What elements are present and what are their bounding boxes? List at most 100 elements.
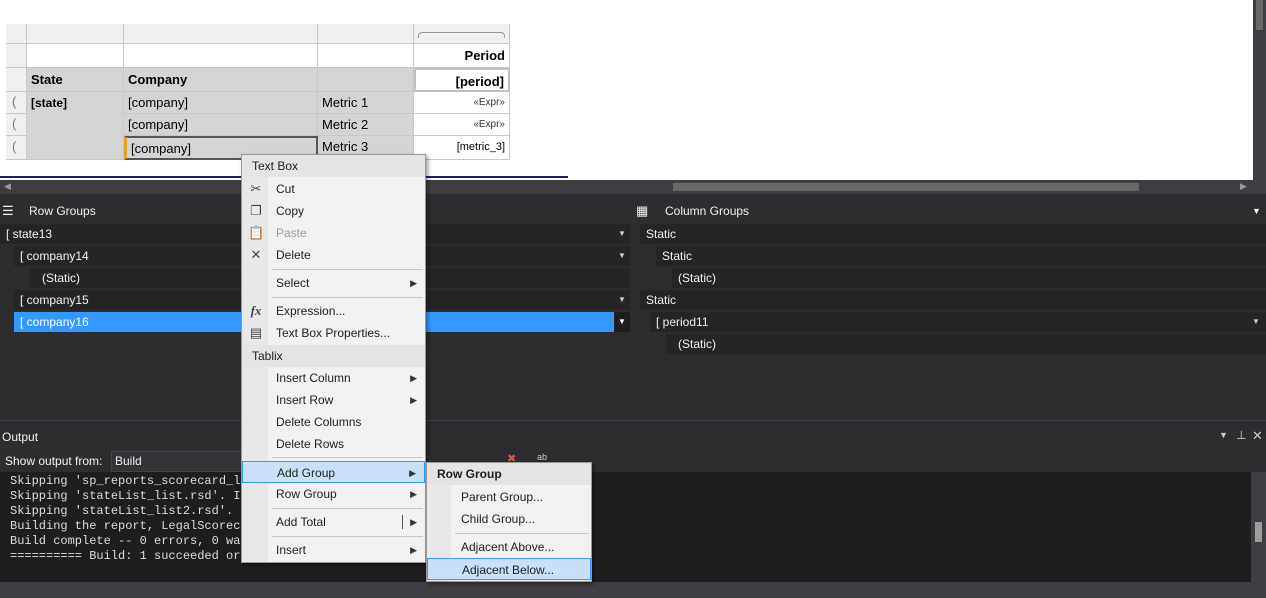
company-header-cell[interactable]: Company bbox=[124, 68, 318, 92]
menu-item-textbox-properties[interactable]: ▤ Text Box Properties... bbox=[242, 322, 425, 344]
submenu-arrow-icon: ▶ bbox=[410, 489, 417, 499]
column-group-static[interactable]: Static bbox=[640, 224, 1266, 244]
output-line: Building the report, LegalScoreca bbox=[10, 519, 248, 533]
window-position-icon[interactable]: ▼ bbox=[1219, 430, 1228, 440]
menu-item-insert-column[interactable]: Insert Column ▶ bbox=[242, 367, 425, 389]
output-vertical-scrollbar[interactable] bbox=[1251, 472, 1266, 582]
output-line: Skipping 'sp_reports_scorecard_le bbox=[10, 474, 248, 488]
output-title: Output bbox=[2, 430, 39, 444]
row-handle[interactable] bbox=[6, 114, 27, 136]
state-value-cell[interactable]: [state] bbox=[27, 92, 124, 160]
submenu-header-row-group: Row Group bbox=[427, 463, 591, 485]
submenu-arrow-icon: ▶ bbox=[410, 373, 417, 383]
menu-item-insert-row[interactable]: Insert Row ▶ bbox=[242, 389, 425, 411]
design-vertical-scrollbar[interactable] bbox=[1253, 0, 1266, 180]
company-cell-2[interactable]: [company] bbox=[124, 114, 318, 136]
column-group-static[interactable]: Static bbox=[656, 246, 1266, 266]
period-header-cell[interactable]: Period bbox=[414, 44, 510, 68]
design-horizontal-scrollbar[interactable]: ◀ ▶ bbox=[0, 180, 1266, 194]
output-horizontal-scrollbar[interactable] bbox=[0, 582, 1266, 598]
column-group-static[interactable]: (Static) bbox=[666, 334, 1266, 354]
dropdown-arrow-icon[interactable]: ▼ bbox=[614, 246, 630, 266]
row-handle[interactable] bbox=[6, 44, 27, 68]
column-handle[interactable] bbox=[318, 24, 414, 44]
metric-cell-1[interactable]: Metric 1 bbox=[318, 92, 414, 114]
empty-header-cell[interactable] bbox=[318, 68, 414, 92]
submenu-arrow-icon: ▶ bbox=[410, 545, 417, 555]
show-output-label: Show output from: bbox=[5, 454, 103, 468]
menu-item-add-group[interactable]: Add Group ▶ bbox=[242, 461, 425, 483]
expr-cell-1[interactable]: «Expr» bbox=[414, 92, 510, 114]
expr-cell-2[interactable]: «Expr» bbox=[414, 114, 510, 136]
menu-item-child-group[interactable]: Child Group... bbox=[427, 508, 591, 530]
state-header-cell[interactable]: State bbox=[27, 68, 124, 92]
expression-icon: fx bbox=[250, 303, 262, 318]
menu-item-row-group[interactable]: Row Group ▶ bbox=[242, 483, 425, 505]
menu-item-insert[interactable]: Insert ▶ bbox=[242, 539, 425, 561]
pin-icon[interactable]: ⊥ bbox=[1236, 428, 1246, 442]
row-handle[interactable] bbox=[6, 92, 27, 114]
output-text-area[interactable]: Skipping 'sp_reports_scorecard_le Skippi… bbox=[0, 472, 1251, 582]
menu-item-adjacent-above[interactable]: Adjacent Above... bbox=[427, 536, 591, 558]
column-group-period11[interactable]: [ period11 bbox=[650, 312, 1266, 332]
row-handle[interactable] bbox=[6, 136, 27, 160]
dropdown-arrow-icon[interactable]: ▼ bbox=[614, 224, 630, 244]
paste-icon: 📋 bbox=[248, 225, 265, 240]
menu-item-delete-columns[interactable]: Delete Columns bbox=[242, 411, 425, 433]
empty-cell[interactable] bbox=[27, 44, 124, 68]
group-bracket-icon: ( bbox=[12, 94, 17, 109]
submenu-arrow-icon: ▶ bbox=[410, 395, 417, 405]
report-design-surface[interactable]: Period State Company [period] ( ( ( [sta… bbox=[0, 0, 1253, 180]
menu-item-select[interactable]: Select ▶ bbox=[242, 272, 425, 294]
menu-item-delete-rows[interactable]: Delete Rows bbox=[242, 433, 425, 455]
menu-item-adjacent-below[interactable]: Adjacent Below... bbox=[427, 558, 591, 580]
column-group-handle[interactable] bbox=[414, 24, 510, 44]
menu-header-textbox: Text Box bbox=[242, 155, 425, 177]
delete-icon: ✕ bbox=[250, 247, 262, 262]
column-group-static[interactable]: Static bbox=[640, 290, 1266, 310]
group-bracket-icon: ( bbox=[12, 139, 17, 154]
row-groups-icon: ☰ bbox=[2, 203, 14, 218]
period-value-cell[interactable]: [period] bbox=[414, 68, 510, 92]
menu-item-parent-group[interactable]: Parent Group... bbox=[427, 486, 591, 508]
column-handle[interactable] bbox=[27, 24, 124, 44]
dropdown-arrow-icon[interactable]: ▼ bbox=[614, 290, 630, 310]
menu-item-delete[interactable]: ✕ Delete bbox=[242, 244, 425, 266]
menu-item-copy[interactable]: ❐ Copy bbox=[242, 200, 425, 222]
metric-cell-2[interactable]: Metric 2 bbox=[318, 114, 414, 136]
output-line: Skipping 'stateList_list2.rsd'. I bbox=[10, 504, 248, 518]
dropdown-arrow-icon[interactable]: ▼ bbox=[1252, 200, 1261, 222]
close-icon[interactable]: ✕ bbox=[1252, 428, 1263, 444]
copy-icon: ❐ bbox=[250, 203, 262, 218]
empty-cell[interactable] bbox=[124, 44, 318, 68]
menu-item-add-total[interactable]: Add Total ▶ bbox=[242, 511, 425, 533]
tablix-corner-handle[interactable] bbox=[6, 24, 27, 44]
output-line: ========== Build: 1 succeeded or bbox=[10, 549, 248, 563]
submenu-arrow-icon: ▶ bbox=[410, 517, 417, 527]
submenu-arrow-icon: ▶ bbox=[410, 278, 417, 288]
dropdown-arrow-icon[interactable]: ▼ bbox=[1248, 312, 1264, 332]
company-cell-1[interactable]: [company] bbox=[124, 92, 318, 114]
column-groups-icon: ▦ bbox=[636, 203, 649, 218]
menu-item-cut[interactable]: ✂ Cut bbox=[242, 178, 425, 200]
scroll-right-icon[interactable]: ▶ bbox=[1240, 181, 1247, 192]
row-groups-title: Row Groups bbox=[29, 204, 96, 218]
column-group-static[interactable]: (Static) bbox=[672, 268, 1266, 288]
output-line: Build complete -- 0 errors, 0 war bbox=[10, 534, 248, 548]
add-group-submenu: Row Group Parent Group... Child Group...… bbox=[426, 462, 592, 582]
column-handle[interactable] bbox=[124, 24, 318, 44]
menu-item-paste[interactable]: 📋 Paste bbox=[242, 222, 425, 244]
metric3-expr-cell[interactable]: [metric_3] bbox=[414, 136, 510, 160]
context-menu: Text Box ✂ Cut ❐ Copy 📋 Paste ✕ Delete Selec… bbox=[241, 154, 426, 563]
empty-cell[interactable] bbox=[318, 44, 414, 68]
submenu-arrow-icon: ▶ bbox=[409, 468, 416, 478]
column-groups-title: Column Groups bbox=[665, 204, 750, 218]
output-source-select[interactable]: Build bbox=[111, 451, 251, 472]
output-line: Skipping 'stateList_list.rsd'. It bbox=[10, 489, 248, 503]
cut-icon: ✂ bbox=[250, 181, 262, 196]
row-handle[interactable] bbox=[6, 68, 27, 92]
scroll-left-icon[interactable]: ◀ bbox=[4, 181, 11, 192]
menu-item-expression[interactable]: fx Expression... bbox=[242, 300, 425, 322]
menu-header-tablix: Tablix bbox=[242, 345, 425, 367]
dropdown-arrow-icon[interactable]: ▼ bbox=[614, 312, 630, 332]
